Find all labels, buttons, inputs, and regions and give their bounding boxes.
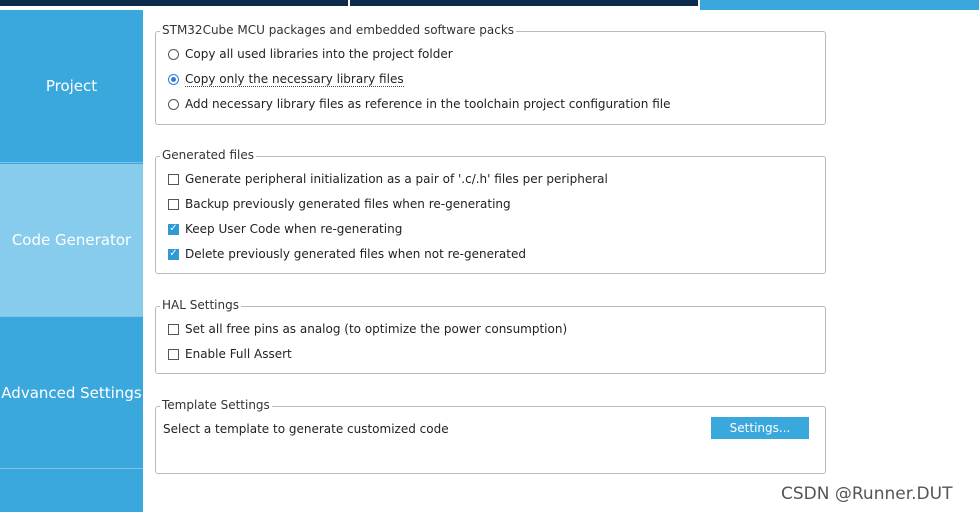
tab-project-manager[interactable] [700,0,979,10]
group-title: STM32Cube MCU packages and embedded soft… [160,23,517,37]
settings-button[interactable]: Settings... [711,417,809,439]
sidebar-item-label: Project [45,77,98,95]
sidebar-item-label: Code Generator [11,231,132,249]
sidebar-item-label: Advanced Settings [1,384,142,402]
checkmark-icon: ✓ [169,248,178,259]
checkbox-backup[interactable]: Backup previously generated files when r… [168,197,511,211]
sidebar-item-advanced-settings[interactable]: Advanced Settings [0,318,143,468]
divider [0,162,143,163]
sidebar-item-code-generator[interactable]: Code Generator [0,164,143,316]
divider [0,468,143,469]
hal-settings-group: HAL Settings Set all free pins as analog… [155,298,826,374]
checkbox-free-pins-analog[interactable]: Set all free pins as analog (to optimize… [168,322,567,336]
option-label: Generate peripheral initialization as a … [185,172,608,186]
checkbox-checked[interactable]: ✓ [168,248,179,260]
option-label: Copy only the necessary library files [185,72,404,87]
radio-add-reference[interactable]: Add necessary library files as reference… [168,97,670,111]
top-tab-bar [0,0,979,10]
option-label: Backup previously generated files when r… [185,197,511,211]
option-label: Add necessary library files as reference… [185,97,671,111]
tab-clock[interactable] [350,0,698,6]
option-label: Copy all used libraries into the project… [185,47,453,61]
checkbox-keep-user-code[interactable]: ✓ Keep User Code when re-generating [168,222,402,236]
checkbox[interactable] [168,198,179,210]
radio-copy-all[interactable]: Copy all used libraries into the project… [168,47,453,61]
checkbox-full-assert[interactable]: Enable Full Assert [168,347,292,361]
option-label: Enable Full Assert [185,347,292,361]
checkbox-checked[interactable]: ✓ [168,223,179,235]
option-label: Set all free pins as analog (to optimize… [185,322,568,336]
sidebar-item-empty [0,470,143,512]
template-description: Select a template to generate customized… [163,422,449,436]
group-title: Generated files [160,148,257,162]
radio-copy-necessary[interactable]: Copy only the necessary library files [168,72,404,87]
divider [0,316,143,317]
checkbox[interactable] [168,348,179,360]
group-title: HAL Settings [160,298,241,312]
packages-group: STM32Cube MCU packages and embedded soft… [155,23,826,125]
checkbox[interactable] [168,173,179,185]
generated-files-group: Generated files Generate peripheral init… [155,148,826,274]
checkbox-delete-previous[interactable]: ✓ Delete previously generated files when… [168,247,526,261]
radio-button-selected[interactable] [168,74,179,85]
sidebar: Project Code Generator Advanced Settings [0,10,143,512]
tab-pinout[interactable] [0,0,348,6]
option-label: Keep User Code when re-generating [185,222,403,236]
group-title: Template Settings [160,398,272,412]
radio-button[interactable] [168,48,179,60]
option-label: Delete previously generated files when n… [185,247,526,261]
checkbox-pair-files[interactable]: Generate peripheral initialization as a … [168,172,608,186]
radio-button[interactable] [168,98,179,110]
checkbox[interactable] [168,323,179,335]
template-settings-group: Template Settings Select a template to g… [155,398,826,474]
watermark: CSDN @Runner.DUT [781,484,953,504]
sidebar-item-project[interactable]: Project [0,10,143,162]
checkmark-icon: ✓ [169,223,178,234]
